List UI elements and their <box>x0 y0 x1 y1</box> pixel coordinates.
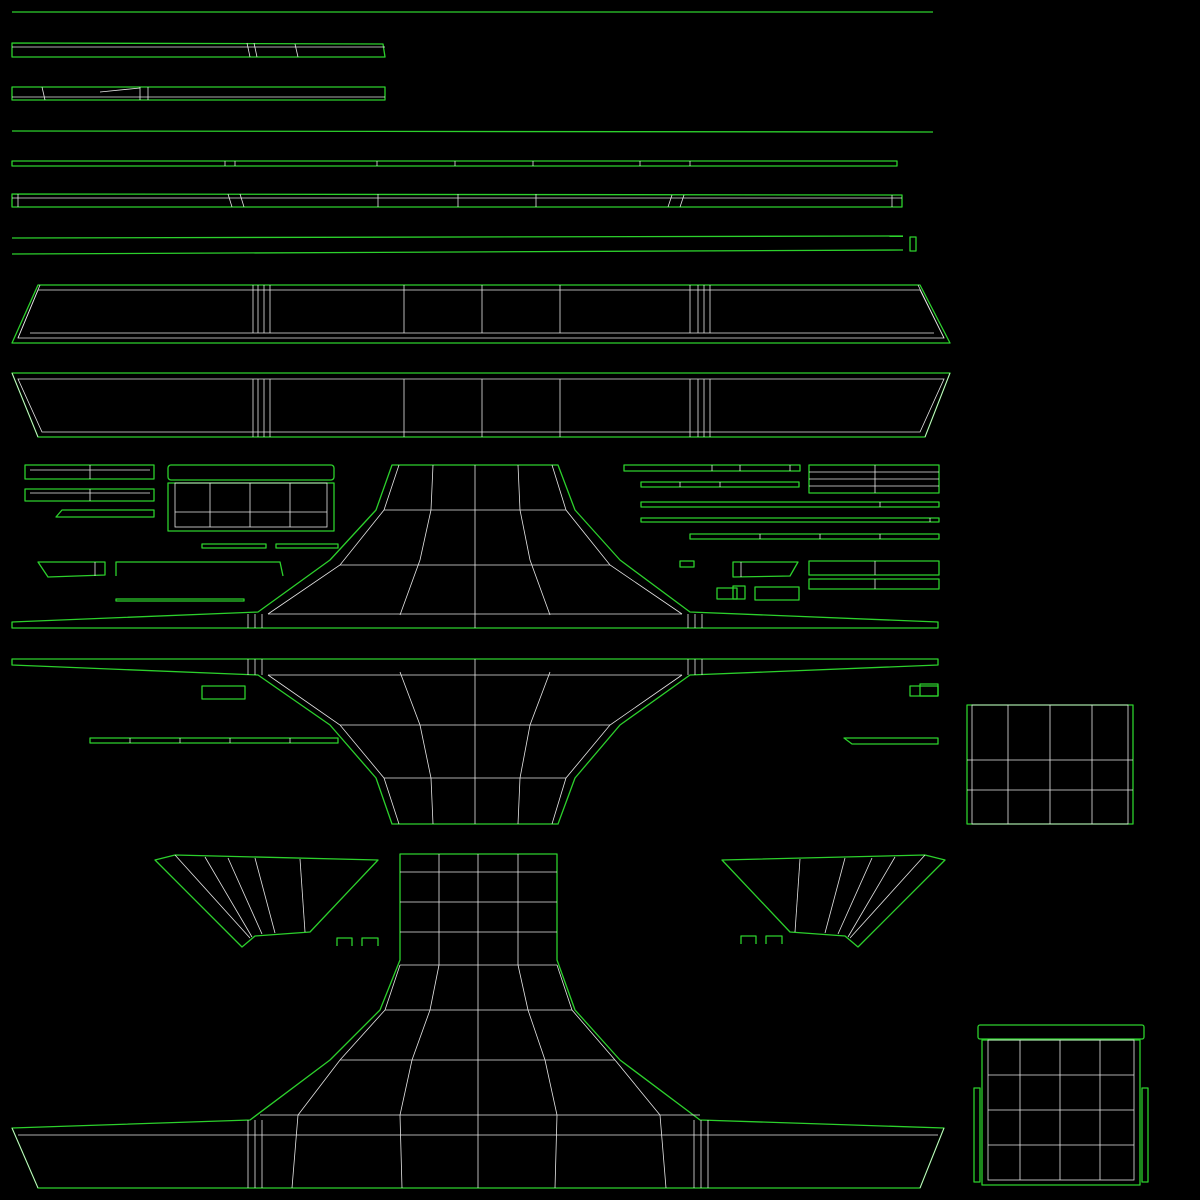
uv-shell-strip-06 <box>11 193 903 208</box>
uv-shell-flare-lower <box>11 658 939 825</box>
uv-shell-panel-b <box>11 372 951 438</box>
uv-shell-pedestal <box>11 853 945 1189</box>
uv-shell-square-right <box>966 704 1134 825</box>
uv-shell-box-bottom-right <box>973 1024 1149 1186</box>
uv-shell-small-left-a <box>24 464 155 518</box>
uv-shell-fan-right <box>721 854 946 948</box>
uv-shell-small-right-b <box>679 560 940 601</box>
uv-layout-canvas <box>0 0 1200 1200</box>
uv-shell-box-frame <box>167 464 335 532</box>
uv-shell-small-left-b <box>37 543 339 602</box>
uv-shell-strip-02 <box>11 42 386 58</box>
uv-shell-small-mid <box>89 683 939 745</box>
uv-shell-strip-03 <box>11 86 386 101</box>
uv-shell-strip-04 <box>11 130 934 133</box>
uv-shell-strip-05 <box>11 160 898 167</box>
uv-shell-panel-a <box>11 284 951 344</box>
uv-shell-small-right-a <box>623 464 940 540</box>
uv-shell-strip-07 <box>11 235 917 255</box>
uv-shell-fan-left <box>154 854 379 948</box>
